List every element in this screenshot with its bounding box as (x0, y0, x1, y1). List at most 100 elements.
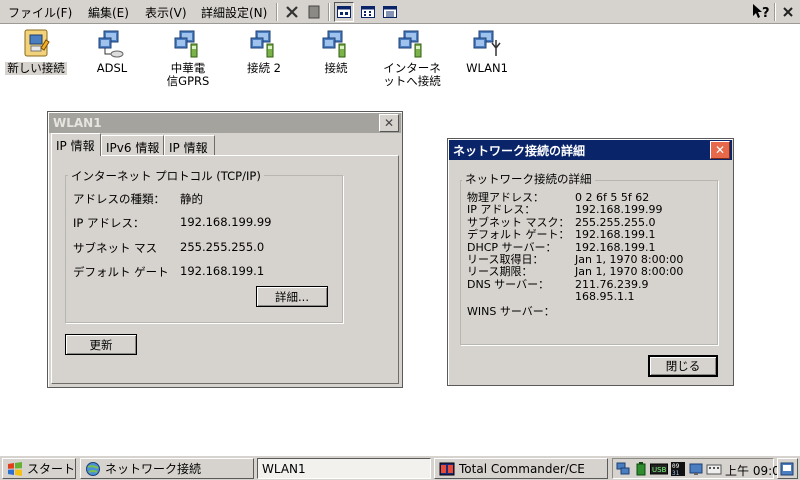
window-titlebar[interactable]: WLAN1 ✕ (49, 113, 401, 133)
desktop-icon-label: インターネ ットへ接続 (383, 61, 441, 88)
small-icons-view-icon[interactable] (358, 2, 378, 22)
network-connection-icon (174, 30, 198, 58)
close-icon[interactable]: ✕ (710, 141, 730, 159)
window-title: ネットワーク接続の詳細 (453, 143, 586, 158)
menu-advanced[interactable]: 詳細設定(N) (201, 4, 267, 21)
window-titlebar[interactable]: ネットワーク接続の詳細 ✕ (449, 140, 732, 160)
group-title: ネットワーク接続の詳細 (462, 171, 595, 187)
detail-label (467, 291, 575, 303)
desktop-icon-label: 新しい接続 (5, 61, 67, 75)
details-button[interactable]: 詳細... (256, 286, 328, 307)
task-label: WLAN1 (262, 461, 306, 476)
toolbar-separator (328, 3, 330, 21)
network-details-window: ネットワーク接続の詳細 ✕ ネットワーク接続の詳細 物理アドレス： 0 2 6f … (447, 138, 734, 386)
desktop-icon-adsl[interactable]: ADSL (74, 26, 150, 75)
detail-row: IP アドレス： 192.168.199.99 (467, 203, 683, 217)
task-label: Total Commander/CE (459, 461, 585, 476)
task-wlan1[interactable]: WLAN1 (257, 458, 431, 479)
desktop-icon-connection[interactable]: 接続 (298, 26, 374, 75)
large-icons-view-icon[interactable] (334, 2, 354, 22)
refresh-button[interactable]: 更新 (65, 334, 137, 355)
wlan1-window: WLAN1 ✕ IP 情報 IPv6 情報 IP 情報 インターネット プロトコ… (47, 111, 403, 388)
network-connection-icon (250, 30, 274, 58)
close-icon[interactable]: ✕ (379, 114, 399, 132)
detail-label: IP アドレス： (467, 203, 536, 217)
toolbar-separator (774, 3, 776, 21)
group-title: インターネット プロトコル (TCP/IP) (68, 168, 264, 184)
menu-bar: ファイル(F) 編集(E) 表示(V) 詳細設定(N) ? (0, 0, 800, 24)
window-title: WLAN1 (53, 116, 102, 130)
detail-value: 168.95.1.1 (575, 290, 635, 304)
desktop-icon-internet[interactable]: インターネ ットへ接続 (372, 26, 452, 88)
start-button[interactable]: スタート (2, 458, 76, 479)
network-connection-icon (98, 30, 124, 58)
svg-text:09: 09 (672, 463, 680, 470)
system-tray: USB 09 31 上午 09:09 (612, 458, 787, 479)
desktop-icon-gprs[interactable]: 中華電 信GPRS (150, 26, 226, 88)
detail-value: Jan 1, 1970 8:00:00 (575, 265, 684, 279)
desktop-icon (780, 462, 794, 475)
display-settings-icon[interactable] (688, 461, 704, 477)
network-connection-icon (398, 30, 422, 58)
svg-text:31: 31 (672, 470, 680, 477)
close-icon[interactable] (778, 2, 798, 22)
detail-label: WINS サーバー： (467, 304, 555, 318)
desktop-icon-connection-2[interactable]: 接続 2 (226, 26, 302, 75)
details-view-icon[interactable] (380, 2, 400, 22)
tab-ip-info-2[interactable]: IP 情報 (164, 135, 215, 156)
tab-ipv6-info[interactable]: IPv6 情報 (101, 135, 164, 156)
detail-value: 192.168.199.1 (575, 228, 656, 242)
desktop-icon-label: ADSL (96, 61, 128, 75)
battery-icon[interactable] (633, 461, 649, 477)
properties-icon[interactable] (304, 2, 324, 22)
desktop-icon-new-connection[interactable]: 新しい接続 (0, 26, 74, 75)
total-commander-icon (439, 462, 455, 475)
detail-value: 192.168.199.99 (575, 203, 663, 217)
ip-address-value: 192.168.199.99 (180, 215, 272, 229)
tab-panel: インターネット プロトコル (TCP/IP) アドレスの種類： 静的 IP アド… (51, 155, 399, 384)
detail-label: DNS サーバー： (467, 277, 550, 291)
wireless-connection-icon (473, 30, 501, 56)
windows-logo-icon (7, 461, 22, 476)
default-gateway-label: デフォルト ゲート (73, 265, 169, 279)
svg-text:USB: USB (652, 466, 667, 474)
default-gateway-value: 192.168.199.1 (180, 264, 265, 278)
clock-app-icon[interactable]: 09 31 (670, 461, 686, 477)
menu-view[interactable]: 表示(V) (145, 4, 187, 21)
detail-row: リース期限： Jan 1, 1970 8:00:00 (467, 265, 684, 279)
input-method-icon[interactable] (706, 461, 722, 477)
new-connection-icon (24, 29, 50, 57)
network-status-icon[interactable] (615, 461, 631, 477)
ip-address-label: IP アドレス： (73, 216, 145, 230)
detail-row: デフォルト ゲート： 192.168.199.1 (467, 228, 683, 242)
desktop-icon-label: 接続 (324, 61, 348, 75)
network-connection-icon (322, 30, 346, 58)
delete-icon[interactable] (282, 2, 302, 22)
desktop-icon-wlan1[interactable]: WLAN1 (449, 26, 525, 75)
desktop-icon-label: WLAN1 (466, 61, 508, 75)
detail-label: デフォルト ゲート： (467, 228, 570, 242)
task-total-commander[interactable]: Total Commander/CE (434, 458, 608, 479)
usb-icon[interactable]: USB (650, 461, 668, 477)
menu-edit[interactable]: 編集(E) (88, 4, 129, 21)
details-list: 物理アドレス： 0 2 6f 5 5f 62 IP アドレス： 192.168.19… (467, 191, 684, 318)
desktop-icon-label: 接続 2 (247, 61, 281, 75)
whats-this-help-icon[interactable]: ? (750, 2, 772, 22)
network-globe-icon (86, 461, 100, 476)
menu-file[interactable]: ファイル(F) (8, 4, 72, 21)
detail-row: WINS サーバー： (467, 304, 683, 318)
detail-label: リース期限： (467, 265, 533, 279)
start-label: スタート (26, 462, 75, 476)
tab-ip-info[interactable]: IP 情報 (51, 133, 101, 156)
toolbar-separator (276, 3, 278, 21)
task-network-connections[interactable]: ネットワーク接続 (80, 458, 254, 479)
address-type-value: 静的 (180, 192, 203, 206)
address-type-label: アドレスの種類： (73, 192, 165, 206)
detail-row: 168.95.1.1 (467, 290, 683, 304)
close-button[interactable]: 閉じる (648, 355, 718, 377)
svg-text:?: ? (762, 6, 770, 21)
subnet-mask-value: 255.255.255.0 (180, 240, 265, 254)
show-desktop-button[interactable] (777, 458, 798, 479)
subnet-mask-label: サブネット マス (73, 241, 158, 255)
taskbar: スタート ネットワーク接続 WLAN1 Total Commander/CE U… (0, 455, 800, 480)
